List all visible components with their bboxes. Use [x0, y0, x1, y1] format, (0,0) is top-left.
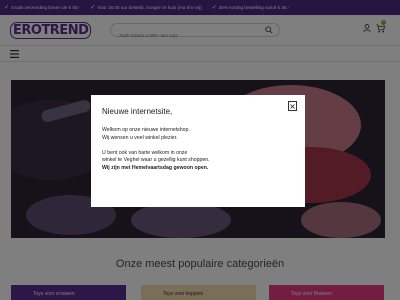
modal-title: Nieuwe internetsite, — [102, 107, 173, 116]
modal-line: U bent ook van harte welkom in onze — [102, 149, 188, 156]
close-button[interactable] — [288, 101, 297, 111]
close-icon — [290, 103, 295, 109]
modal-line: winkel te Veghel waar u gezellig kunt sh… — [102, 157, 210, 163]
modal-paragraph: U bent ook van harte welkom in onze wink… — [102, 150, 294, 173]
modal-body: Welkom op onze nieuwe internetshop. Wij … — [102, 127, 294, 180]
page: ✓ Gratis verzending boven de € 50,- ✓ Vo… — [0, 0, 400, 300]
modal-line: Welkom op onze nieuwe internetshop. — [102, 127, 190, 133]
modal-line: Wij wensen u veel winkel plezier. — [102, 134, 178, 141]
announcement-modal: Nieuwe internetsite, Welkom op onze nieu… — [91, 95, 305, 207]
modal-paragraph: Welkom op onze nieuwe internetshop. Wij … — [102, 127, 294, 142]
modal-line-bold: Wij zijn met Hemelvaartsdag gewoon open. — [102, 164, 209, 171]
